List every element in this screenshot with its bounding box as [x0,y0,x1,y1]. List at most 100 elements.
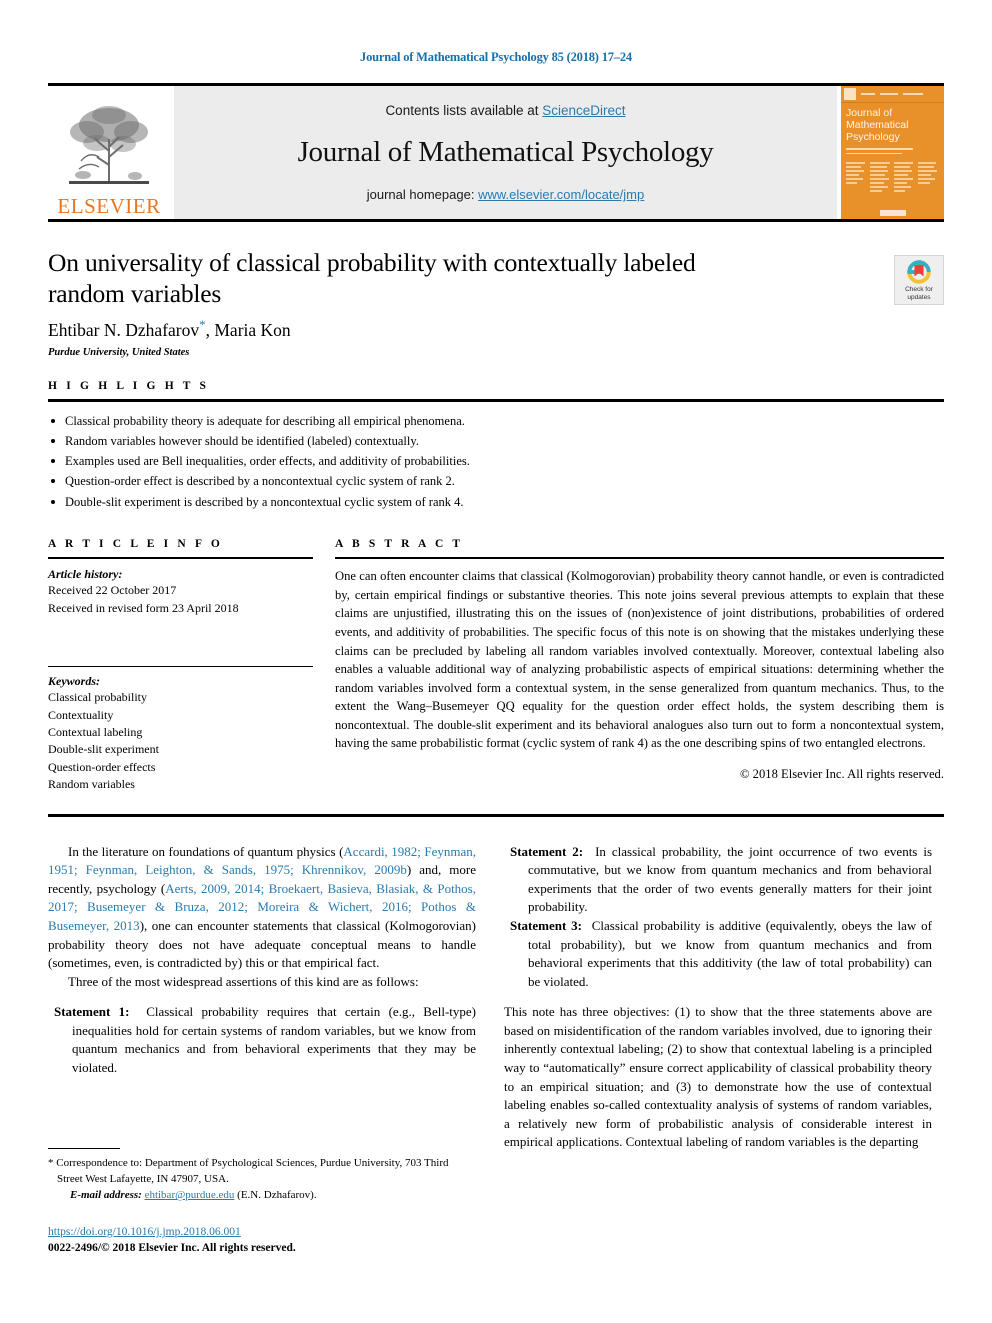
highlights-section: H I G H L I G H T S Classical probabilit… [0,380,992,512]
body-top-rule-region [0,813,992,817]
cover-title-line-3: Psychology [846,130,900,143]
highlights-list: Classical probability theory is adequate… [48,411,944,512]
cover-tick [880,93,898,95]
article-history-item: Received in revised form 23 April 2018 [48,600,239,615]
cover-column [846,162,867,194]
article-history-heading: Article history: [48,567,123,582]
crossmark-label-line-1: Check for [905,286,933,294]
title-block: Check for updates On universality of cla… [0,247,992,358]
journal-homepage-link[interactable]: www.elsevier.com/locate/jmp [478,187,644,202]
keyword-item: Double-slit experiment [48,742,159,757]
abstract-section: A B S T R A C T One can often encounter … [329,538,944,794]
paragraph: This note has three objectives: (1) to s… [504,1004,932,1150]
keywords-heading: Keywords: [48,674,100,689]
keyword-item: Classical probability [48,690,147,705]
list-item: Question-order effect is described by a … [48,471,944,491]
paragraph-lead: In the literature on foundations of quan… [68,843,344,859]
statement-1-label: Statement 1: [54,1004,130,1020]
article-info-label: A R T I C L E I N F O [48,537,223,550]
keyword-item: Contextuality [48,707,114,722]
sciencedirect-link[interactable]: ScienceDirect [542,103,625,118]
statement-2: Statement 2: In classical probability, t… [504,843,932,917]
paragraph: Three of the most widespread assertions … [68,973,419,989]
doi-link[interactable]: https://doi.org/10.1016/j.jmp.2018.06.00… [48,1226,241,1238]
statement-2-label: Statement 2: [510,843,584,859]
highlights-rule [48,399,944,402]
author-rest: , Maria Kon [205,320,291,341]
statement-3-label: Statement 3: [510,917,583,933]
correspondence-text: Correspondence to: Department of Psychol… [53,1157,449,1185]
keyword-item: Contextual labeling [48,725,143,740]
cover-tick [861,93,875,95]
contents-lists-line: Contents lists available at ScienceDirec… [385,103,625,118]
email-note: E-mail address: ehtibar@purdue.edu (E.N.… [48,1188,476,1204]
issn-copyright: 0022-2496/© 2018 Elsevier Inc. All right… [48,1242,296,1255]
crossmark-label: Check for updates [905,286,933,301]
cover-rule-lines [841,146,944,159]
footer-block: https://doi.org/10.1016/j.jmp.2018.06.00… [48,1222,548,1256]
cover-tick [903,93,923,95]
keyword-item: Question-order effects [48,759,156,774]
elsevier-wordmark: ELSEVIER [57,194,161,218]
contents-lists-prefix: Contents lists available at [385,103,543,118]
abstract-copyright: © 2018 Elsevier Inc. All rights reserved… [739,766,944,781]
statement-1-text: Classical probability requires that cert… [72,1004,476,1075]
statement-3-text: Classical probability is additive (equiv… [528,917,932,989]
cover-column [918,162,939,194]
elsevier-logo: ELSEVIER [48,86,170,219]
journal-homepage-line: journal homepage: www.elsevier.com/locat… [367,187,644,202]
statement-1: Statement 1: Classical probability requi… [48,1003,476,1077]
masthead-region: ELSEVIER Contents lists available at Sci… [0,83,992,222]
masthead: ELSEVIER Contents lists available at Sci… [48,86,944,219]
body-column-right: Statement 2: In classical probability, t… [504,843,932,1152]
crossmark-label-line-2: updates [907,293,931,301]
footnote-block: * Correspondence to: Department of Psych… [48,1148,476,1204]
keywords-rule [48,666,313,668]
article-page: Journal of Mathematical Psychology 85 (2… [0,0,992,1323]
crossmark-badge[interactable]: Check for updates [894,255,944,305]
list-item: Classical probability theory is adequate… [48,411,944,431]
cover-footer-mark [841,210,944,216]
info-abstract-region: A R T I C L E I N F O Article history: R… [0,538,992,794]
masthead-center-band: Contents lists available at ScienceDirec… [174,86,837,219]
abstract-label: A B S T R A C T [335,537,464,550]
footnote-rule [48,1148,120,1149]
author-first: Ehtibar N. Dzhafarov [48,320,200,341]
author-list: Ehtibar N. Dzhafarov*, Maria Kon [48,317,944,341]
list-item: Random variables however should be ident… [48,431,944,451]
keyword-item: Random variables [48,777,135,792]
cover-elsevier-mark-icon [844,88,856,100]
correspondence-note: * Correspondence to: Department of Psych… [48,1156,476,1187]
journal-title: Journal of Mathematical Psychology [297,136,714,168]
body-column-left: In the literature on foundations of quan… [48,843,476,1152]
abstract-text: One can often encounter claims that clas… [335,569,944,751]
elsevier-tree-icon [69,106,149,184]
list-item: Double-slit experiment is described by a… [48,492,944,512]
affiliation: Purdue University, United States [48,347,190,359]
abstract-rule [335,556,944,560]
masthead-bottom-rule [48,219,944,222]
author-email-link[interactable]: ehtibar@purdue.edu [145,1189,235,1201]
cover-title: Journal of Mathematical Psychology [841,103,944,146]
body-columns: In the literature on foundations of quan… [0,843,992,1152]
article-info-rule [48,556,313,560]
journal-cover-thumbnail[interactable]: Journal of Mathematical Psychology [841,86,944,219]
running-head: Journal of Mathematical Psychology 85 (2… [360,50,632,64]
email-label: E-mail address: [70,1189,142,1202]
email-suffix: (E.N. Dzhafarov). [234,1189,317,1202]
paragraph: In the literature on foundations of quan… [48,843,476,973]
homepage-prefix: journal homepage: [366,187,479,202]
cover-column [894,162,915,194]
body-top-rule [48,813,944,817]
cover-topbar [841,86,944,103]
cover-title-line-1: Journal of [846,107,893,119]
article-info-section: A R T I C L E I N F O Article history: R… [48,538,329,794]
list-item: Examples used are Bell inequalities, ord… [48,451,944,471]
crossmark-icon [907,260,931,284]
highlights-label: H I G H L I G H T S [48,380,210,393]
cover-column [870,162,891,194]
statement-3: Statement 3: Classical probability is ad… [504,917,932,991]
page-title: On universality of classical probability… [48,248,696,309]
cover-title-line-2: Mathematical [846,118,909,131]
statement-2-text: In classical probability, the joint occu… [528,843,932,915]
